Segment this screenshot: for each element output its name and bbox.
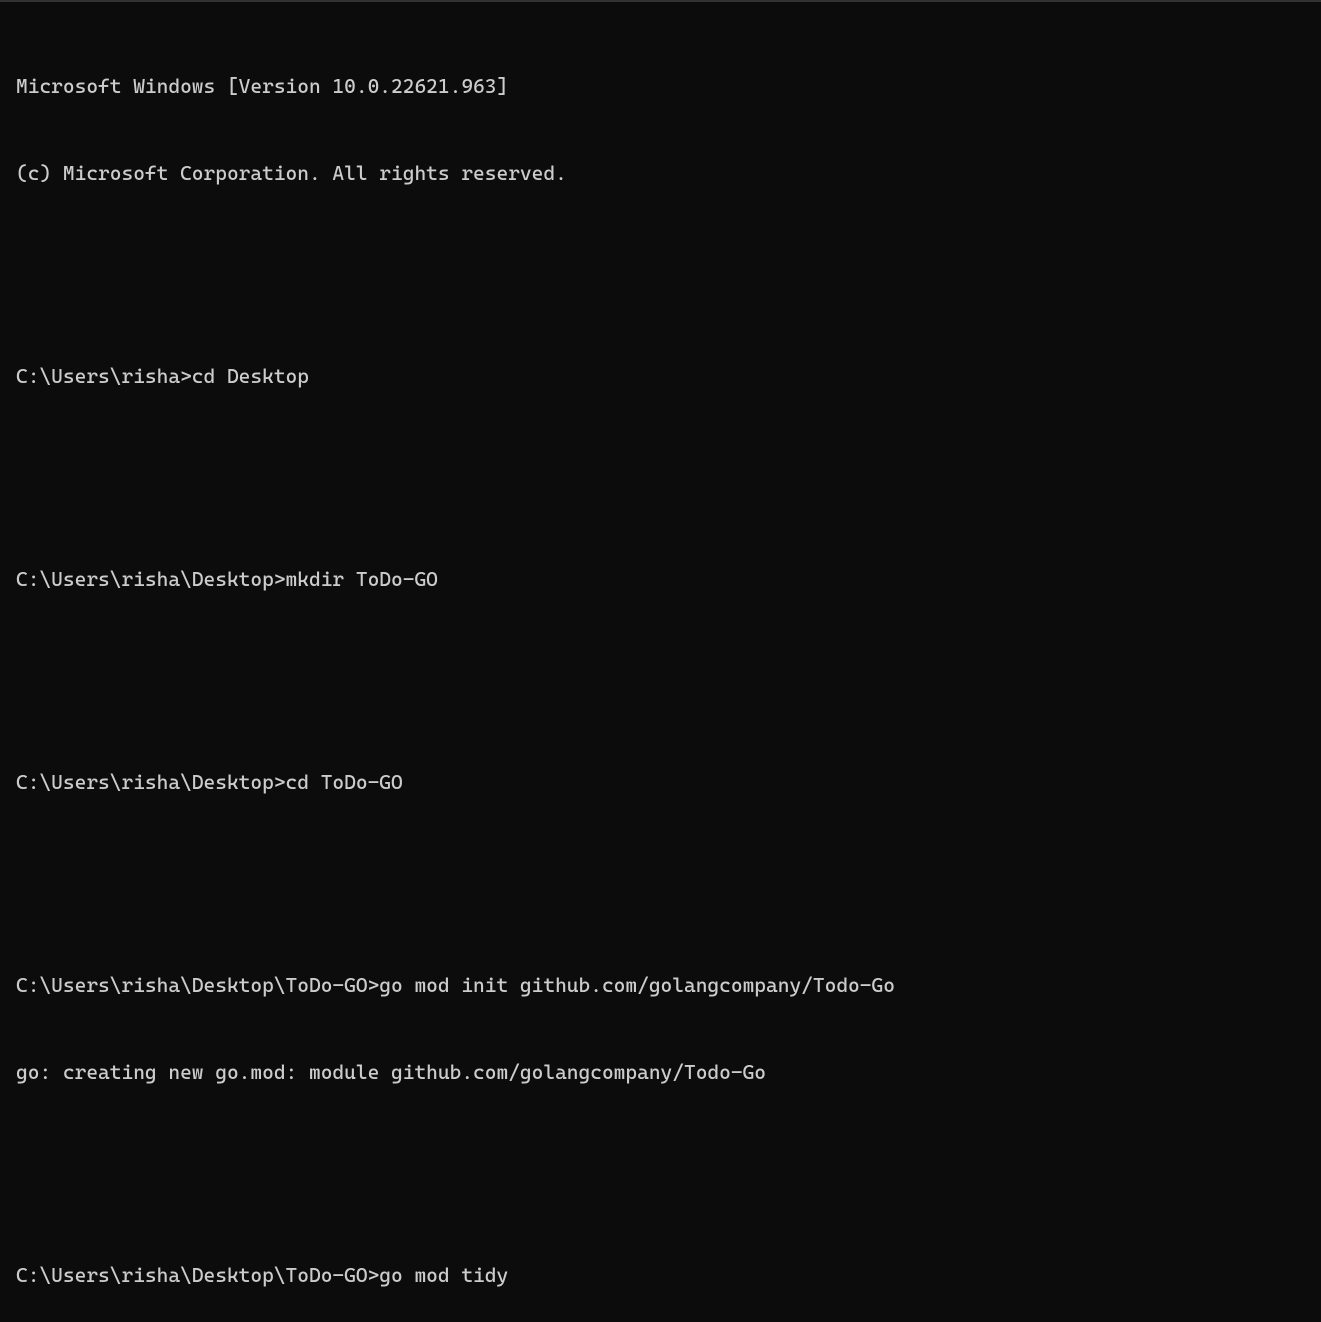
output-line: go: creating new go.mod: module github.c… bbox=[16, 1058, 1305, 1087]
blank-line bbox=[16, 449, 1305, 478]
command-line: C:\Users\risha\Desktop\ToDo-GO>go mod ti… bbox=[16, 1261, 1305, 1290]
command-text: mkdir ToDo-GO bbox=[286, 567, 438, 591]
prompt: C:\Users\risha> bbox=[16, 364, 192, 388]
command-line: C:\Users\risha>cd Desktop bbox=[16, 362, 1305, 391]
version-line: Microsoft Windows [Version 10.0.22621.96… bbox=[16, 72, 1305, 101]
prompt: C:\Users\risha\Desktop\ToDo-GO> bbox=[16, 973, 379, 997]
command-text: cd Desktop bbox=[192, 364, 309, 388]
blank-line bbox=[16, 1145, 1305, 1174]
blank-line bbox=[16, 652, 1305, 681]
command-text: go mod tidy bbox=[379, 1263, 508, 1287]
terminal[interactable]: Microsoft Windows [Version 10.0.22621.96… bbox=[16, 14, 1305, 1322]
command-line: C:\Users\risha\Desktop>cd ToDo-GO bbox=[16, 768, 1305, 797]
prompt: C:\Users\risha\Desktop> bbox=[16, 770, 286, 794]
prompt: C:\Users\risha\Desktop> bbox=[16, 567, 286, 591]
command-line: C:\Users\risha\Desktop>mkdir ToDo-GO bbox=[16, 565, 1305, 594]
command-text: cd ToDo-GO bbox=[286, 770, 403, 794]
blank-line bbox=[16, 246, 1305, 275]
prompt: C:\Users\risha\Desktop\ToDo-GO> bbox=[16, 1263, 379, 1287]
command-text: go mod init github.com/golangcompany/Tod… bbox=[379, 973, 895, 997]
copyright-line: (c) Microsoft Corporation. All rights re… bbox=[16, 159, 1305, 188]
blank-line bbox=[16, 855, 1305, 884]
command-line: C:\Users\risha\Desktop\ToDo-GO>go mod in… bbox=[16, 971, 1305, 1000]
